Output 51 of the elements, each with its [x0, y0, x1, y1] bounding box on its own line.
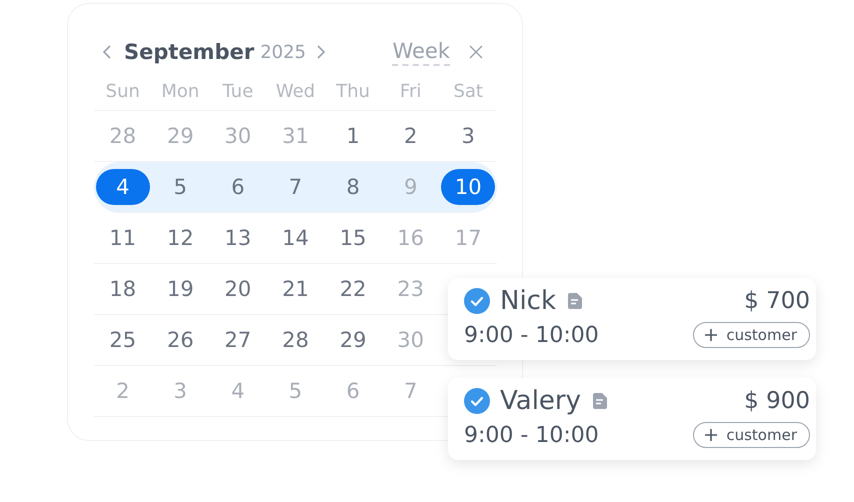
day-cell[interactable]: 25 — [96, 322, 150, 358]
price-label: $ 700 — [744, 288, 810, 314]
weekday-label: Wed — [274, 80, 316, 102]
previous-icon[interactable] — [102, 44, 112, 60]
close-icon[interactable] — [468, 44, 484, 60]
day-cell[interactable]: 28 — [268, 322, 322, 358]
day-cell[interactable]: 8 — [326, 169, 380, 205]
day-cell[interactable]: 6 — [210, 169, 265, 205]
weekday-label: Fri — [398, 80, 422, 102]
day-cell[interactable]: 22 — [326, 271, 380, 307]
price-label: $ 900 — [744, 388, 810, 414]
time-range: 9:00 - 10:00 — [464, 422, 599, 448]
year-label: 2025 — [260, 42, 306, 62]
weekday-label: Mon — [160, 80, 200, 102]
next-icon[interactable] — [316, 44, 326, 60]
view-selector[interactable]: Week — [392, 38, 450, 66]
weekday-label: Sun — [104, 80, 141, 102]
weekday-label: Tue — [222, 80, 254, 102]
note-icon[interactable] — [566, 292, 584, 310]
client-name: Valery — [500, 386, 581, 416]
day-cell[interactable]: 18 — [96, 271, 150, 307]
appointment-card[interactable]: Valery $ 900 9:00 - 10:00 customer — [448, 378, 816, 460]
day-cell[interactable]: 21 — [268, 271, 322, 307]
client-name: Nick — [500, 286, 556, 316]
weekday-label: Sat — [452, 80, 484, 102]
day-cell[interactable]: 1 — [326, 118, 380, 154]
day-cell[interactable]: 26 — [153, 322, 208, 358]
time-range: 9:00 - 10:00 — [464, 322, 599, 348]
add-customer-button[interactable]: customer — [693, 422, 810, 448]
month-label: September — [124, 40, 254, 64]
appointment-card[interactable]: Nick $ 700 9:00 - 10:00 customer — [448, 278, 816, 360]
day-cell[interactable]: 5 — [153, 169, 208, 205]
day-cell[interactable]: 3 — [441, 118, 496, 154]
day-cell[interactable]: 12 — [153, 220, 208, 256]
day-cell[interactable]: 29 — [326, 322, 380, 358]
day-cell[interactable]: 19 — [153, 271, 208, 307]
day-cell[interactable]: 20 — [210, 271, 265, 307]
day-cell[interactable]: 11 — [96, 220, 150, 256]
day-cell[interactable]: 7 — [268, 169, 322, 205]
day-cell[interactable]: 13 — [210, 220, 265, 256]
day-cell[interactable]: 2 — [384, 118, 438, 154]
weekday-label: Thu — [335, 80, 371, 102]
day-cell[interactable]: 4 — [96, 169, 150, 205]
plus-icon — [704, 428, 718, 442]
add-customer-button[interactable]: customer — [693, 322, 810, 348]
note-icon[interactable] — [591, 392, 609, 410]
plus-icon — [704, 328, 718, 342]
day-cell[interactable]: 14 — [268, 220, 322, 256]
day-cell[interactable]: 10 — [441, 169, 496, 205]
day-cell[interactable]: 15 — [326, 220, 380, 256]
day-cell[interactable]: 27 — [210, 322, 265, 358]
